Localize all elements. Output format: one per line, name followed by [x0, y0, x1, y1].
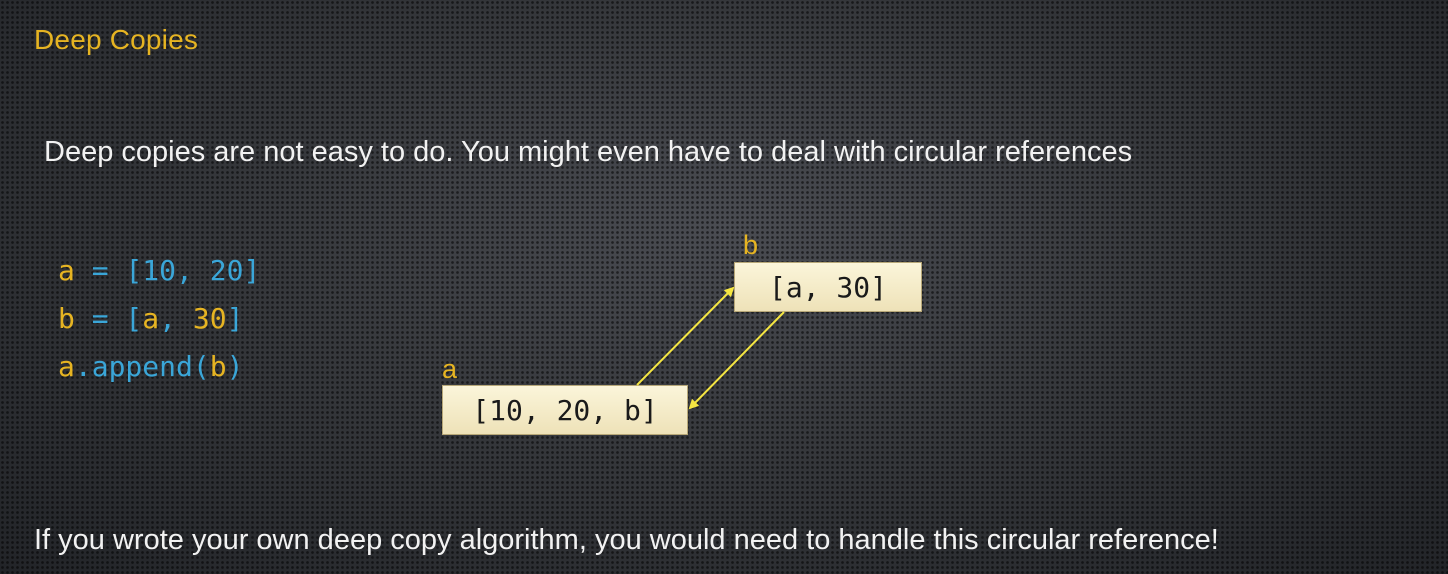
code-token-list: [10, 20] [125, 254, 261, 287]
code-token-sep: , [159, 302, 193, 335]
code-token-arg: b [209, 350, 227, 383]
code-token-var: b [58, 302, 75, 335]
code-line-3: a.append(b) [58, 350, 243, 383]
code-token-num: 30 [192, 302, 227, 335]
slide-footer: If you wrote your own deep copy algorith… [34, 524, 1219, 556]
code-token-var: a [58, 254, 75, 287]
reference-arrows [636, 286, 785, 410]
code-token-ref: a [142, 302, 160, 335]
arrow-b-to-a [688, 311, 785, 410]
slide-subtitle: Deep copies are not easy to do. You migh… [44, 136, 1133, 168]
arrow-a-to-b [636, 286, 735, 386]
slide-title: Deep Copies [34, 24, 199, 55]
box-b: [a, 30] [734, 262, 922, 312]
code-token-close: ) [226, 350, 244, 383]
code-line-2: b = [a, 30] [58, 302, 243, 335]
code-token-close: ] [226, 302, 244, 335]
code-line-1: a = [10, 20] [58, 254, 260, 287]
code-token-method: .append( [74, 350, 210, 383]
code-token-op: = [74, 254, 126, 287]
box-a-label: a [442, 354, 458, 384]
code-token-obj: a [58, 350, 75, 383]
box-b-label: b [743, 230, 759, 260]
code-token-op: = [ [74, 302, 143, 335]
box-a: [10, 20, b] [442, 385, 688, 435]
